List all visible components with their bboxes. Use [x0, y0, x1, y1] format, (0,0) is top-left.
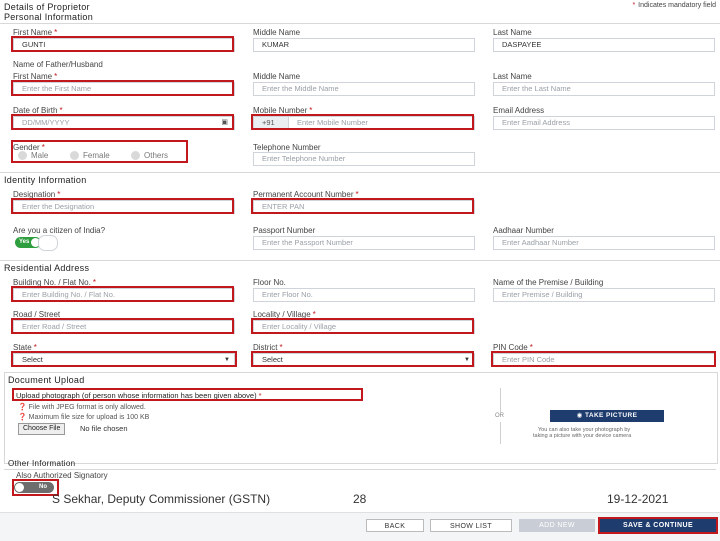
floor-field[interactable]: Enter Floor No.: [253, 288, 475, 302]
upload-photo-highlight: [12, 388, 363, 401]
father-heading: Name of Father/Husband: [13, 60, 103, 69]
last-name-label: Last Name: [493, 28, 532, 37]
passport-label: Passport Number: [253, 226, 316, 235]
other-section-title: Other Information: [8, 459, 76, 468]
mobile-highlight: [251, 114, 474, 130]
back-button[interactable]: BACK: [366, 519, 424, 532]
divider: [0, 172, 720, 173]
pin-highlight: [491, 351, 716, 367]
upload-hint-2: ❓ Maximum file size for upload is 100 KB: [18, 413, 149, 421]
middle-name-field[interactable]: KUMAR: [253, 38, 475, 52]
mandatory-note-text: Indicates mandatory field: [638, 2, 716, 9]
aadhaar-field[interactable]: Enter Aadhaar Number: [493, 236, 715, 250]
district-highlight: [251, 351, 474, 367]
premise-field[interactable]: Enter Premise / Building: [493, 288, 715, 302]
footer-page-number: 28: [353, 492, 367, 506]
take-picture-label: TAKE PICTURE: [584, 412, 638, 419]
camera-icon: ◉: [576, 412, 583, 419]
show-list-button[interactable]: SHOW LIST: [430, 519, 512, 532]
upload-hint-1: ❓ File with JPEG format is only allowed.: [18, 403, 146, 411]
divider: [4, 469, 716, 470]
address-section-title: Residential Address: [4, 263, 90, 273]
mandatory-note: * Indicates mandatory field: [632, 2, 716, 9]
info-icon: ❓: [18, 414, 27, 421]
info-icon: ❓: [18, 404, 27, 411]
father-middle-field[interactable]: Enter the Middle Name: [253, 82, 475, 96]
email-field[interactable]: Enter Email Address: [493, 116, 715, 130]
father-last-label: Last Name: [493, 72, 532, 81]
aadhaar-label: Aadhaar Number: [493, 226, 554, 235]
document-section-title: Document Upload: [8, 375, 85, 385]
upload-hint-1-text: File with JPEG format is only allowed.: [28, 404, 146, 411]
divider: [0, 23, 720, 24]
passport-field[interactable]: Enter the Passport Number: [253, 236, 475, 250]
gender-highlight: [11, 140, 188, 163]
or-text: OR: [495, 413, 504, 419]
telephone-label: Telephone Number: [253, 143, 321, 152]
building-highlight: [11, 286, 234, 302]
camera-note-2: taking a picture with your device camera: [533, 433, 632, 439]
or-divider-bottom: [500, 422, 501, 444]
telephone-field[interactable]: Enter Telephone Number: [253, 152, 475, 166]
locality-highlight: [251, 318, 474, 334]
personal-section-title: Personal Information: [4, 12, 94, 22]
dob-highlight: [11, 114, 234, 130]
or-divider-top: [500, 388, 501, 412]
designation-highlight: [11, 198, 234, 214]
citizen-toggle-label: Yes: [19, 239, 30, 245]
father-middle-label: Middle Name: [253, 72, 301, 81]
citizen-label: Are you a citizen of India?: [13, 226, 106, 235]
pan-highlight: [251, 198, 474, 214]
father-last-field[interactable]: Enter the Last Name: [493, 82, 715, 96]
road-highlight: [11, 318, 234, 334]
divider: [0, 260, 720, 261]
footer-date: 19-12-2021: [607, 492, 669, 506]
email-label: Email Address: [493, 106, 545, 115]
save-continue-highlight: [598, 517, 718, 534]
father-first-highlight: [11, 80, 234, 96]
add-new-button[interactable]: ADD NEW: [519, 519, 595, 532]
choose-file-button[interactable]: Choose File: [18, 423, 66, 435]
upload-hint-2-text: Maximum file size for upload is 100 KB: [28, 414, 150, 421]
state-highlight: [11, 351, 237, 367]
no-file-chosen: No file chosen: [80, 424, 128, 433]
premise-label: Name of the Premise / Building: [493, 278, 604, 287]
citizen-toggle-track[interactable]: [38, 235, 58, 251]
middle-name-label: Middle Name: [253, 28, 301, 37]
identity-section-title: Identity Information: [4, 175, 87, 185]
take-picture-button[interactable]: ◉ TAKE PICTURE: [550, 410, 664, 422]
footer-author: S Sekhar, Deputy Commissioner (GSTN): [52, 492, 271, 506]
floor-label: Floor No.: [253, 278, 286, 287]
first-name-highlight: [11, 36, 234, 52]
last-name-field[interactable]: DASPAYEE: [493, 38, 715, 52]
page-title: Details of Proprietor: [4, 2, 90, 12]
